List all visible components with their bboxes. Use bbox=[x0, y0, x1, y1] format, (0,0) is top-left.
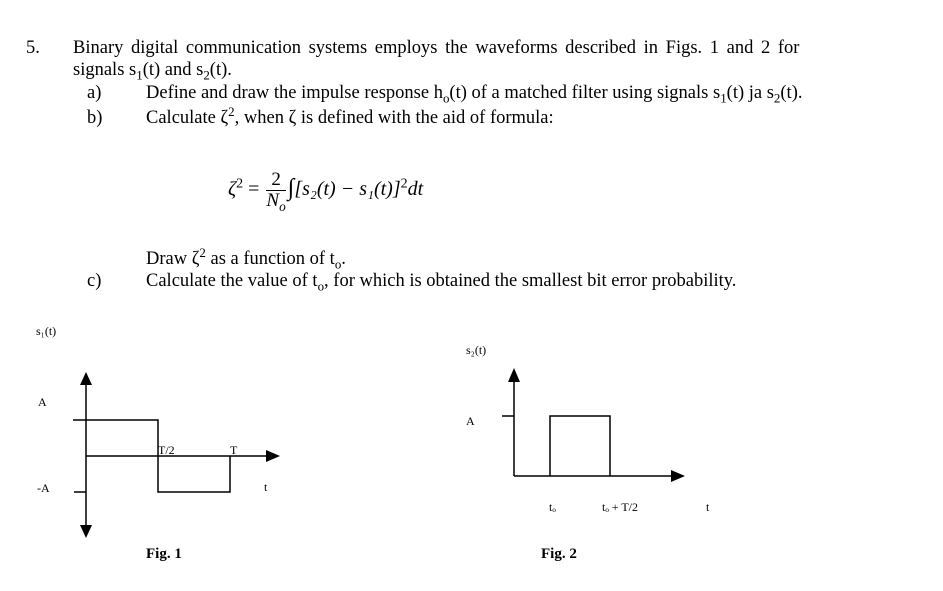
fig2-x-arrow-icon bbox=[671, 470, 685, 482]
fig1-y-arrow-down-icon bbox=[80, 525, 92, 538]
fig2-signal bbox=[549, 415, 611, 476]
fig1-x-arrow-icon bbox=[266, 450, 280, 462]
fig1-y-arrow-up-icon bbox=[80, 372, 92, 385]
figures-drawing bbox=[73, 368, 685, 538]
fig2-y-arrow-up-icon bbox=[508, 368, 520, 382]
